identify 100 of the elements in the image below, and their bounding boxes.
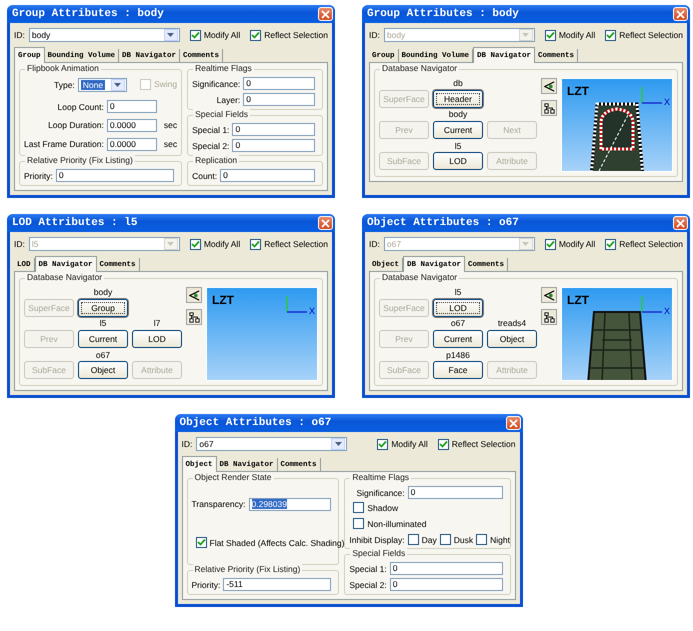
- nav-button[interactable]: Header: [433, 90, 483, 108]
- axis-label: X: [664, 97, 670, 107]
- close-icon: [321, 10, 330, 18]
- id-label: ID:: [369, 239, 380, 249]
- axis-drawing: [285, 296, 307, 314]
- close-icon: [676, 10, 685, 18]
- input-field[interactable]: -511: [223, 578, 332, 591]
- checkbox[interactable]: [353, 518, 364, 529]
- input-field[interactable]: 0.0000: [106, 118, 157, 132]
- window-title: LOD Attributes : l5: [12, 217, 138, 229]
- group-title: Replication: [193, 155, 240, 165]
- eye-icon: [544, 80, 554, 92]
- input-field[interactable]: 0: [232, 139, 315, 152]
- node-caption: db: [453, 78, 463, 88]
- input-field[interactable]: 0: [106, 100, 157, 114]
- checkbox[interactable]: [196, 537, 206, 548]
- view-button[interactable]: [541, 287, 557, 303]
- checkbox[interactable]: [408, 534, 419, 545]
- hierarchy-button[interactable]: [541, 100, 557, 116]
- close-button[interactable]: [318, 7, 333, 21]
- checkbox[interactable]: [190, 238, 201, 250]
- nav-button[interactable]: LOD: [433, 152, 483, 170]
- group-title: Database Navigator: [380, 63, 460, 73]
- group-title: Relative Priority (Fix Listing): [192, 564, 302, 574]
- nav-button[interactable]: Current: [433, 120, 483, 139]
- checkbox-label: Reflect Selection: [619, 239, 683, 249]
- close-button[interactable]: [318, 216, 333, 230]
- checkbox[interactable]: [190, 30, 201, 40]
- id-dropdown[interactable]: body: [28, 28, 180, 42]
- tree-icon: [188, 312, 200, 322]
- input-field[interactable]: 0: [56, 169, 174, 182]
- checkbox[interactable]: [438, 438, 449, 450]
- input-field[interactable]: 0: [390, 578, 502, 591]
- nav-button[interactable]: LOD: [433, 298, 483, 317]
- field-label: Special 1:: [349, 564, 387, 574]
- input-field[interactable]: 0: [220, 169, 315, 182]
- model-drawing: [586, 310, 648, 380]
- checkbox[interactable]: [377, 438, 388, 450]
- input-field[interactable]: 0.298039: [248, 498, 332, 511]
- input-field[interactable]: 0: [243, 77, 315, 90]
- field-label: Significance:: [355, 488, 405, 498]
- checkbox-label: Modify All: [558, 30, 596, 40]
- input-field[interactable]: 0: [232, 123, 315, 136]
- input-field[interactable]: 0: [243, 93, 315, 106]
- close-button[interactable]: [673, 7, 688, 21]
- checkbox-label: Modify All: [558, 239, 596, 249]
- checkbox-label: Modify All: [391, 439, 428, 449]
- dropdown[interactable]: None: [78, 78, 127, 92]
- checkbox[interactable]: [605, 30, 616, 40]
- hierarchy-button[interactable]: [541, 309, 557, 325]
- checkbox[interactable]: [605, 238, 616, 250]
- viewport-label: LZT: [567, 84, 589, 98]
- checkbox-label: Flat Shaded (Affects Calc. Shading): [210, 538, 344, 548]
- checkbox-label: Swing: [154, 79, 178, 90]
- view-button[interactable]: [541, 78, 557, 94]
- view-button[interactable]: [186, 287, 202, 303]
- eye-icon: [544, 290, 554, 300]
- checkbox[interactable]: [353, 502, 364, 513]
- close-button[interactable]: [506, 416, 520, 430]
- checkbox[interactable]: [250, 30, 262, 40]
- checkbox[interactable]: [544, 30, 556, 40]
- nav-button[interactable]: Current: [78, 330, 128, 348]
- checkbox[interactable]: [440, 534, 451, 545]
- node-caption: treads4: [498, 318, 526, 328]
- hierarchy-button[interactable]: [186, 309, 202, 325]
- nav-button[interactable]: Object: [78, 361, 128, 380]
- nav-button[interactable]: Object: [487, 330, 537, 348]
- input-field[interactable]: 0: [408, 486, 502, 499]
- checkbox[interactable]: [476, 534, 488, 545]
- node-caption: p1486: [446, 350, 470, 360]
- group-title: Special Fields: [350, 548, 408, 558]
- nav-button[interactable]: Group: [78, 298, 128, 317]
- id-label: ID:: [14, 30, 25, 40]
- checkbox[interactable]: [250, 238, 262, 250]
- tree-icon: [544, 102, 554, 114]
- node-caption: l7: [154, 318, 160, 328]
- node-caption: o67: [96, 350, 110, 360]
- field-label: Priority:: [24, 170, 53, 180]
- nav-button[interactable]: Current: [433, 330, 483, 348]
- checkbox[interactable]: [544, 238, 556, 250]
- close-button[interactable]: [673, 216, 688, 230]
- nav-button[interactable]: Face: [433, 361, 483, 380]
- node-caption: l5: [454, 287, 462, 297]
- id-dropdown[interactable]: o67: [196, 437, 348, 451]
- group-title: Realtime Flags: [193, 63, 254, 73]
- field-label: Inhibit Display:: [349, 534, 405, 544]
- group-title: Database Navigator: [380, 272, 460, 282]
- node-caption: body: [94, 287, 112, 297]
- axis-drawing: [640, 296, 662, 314]
- group-title: Flipbook Animation: [25, 63, 101, 73]
- input-field[interactable]: 0: [390, 562, 502, 575]
- id-label: ID:: [14, 239, 25, 249]
- group-title: Relative Priority (Fix Listing): [25, 155, 135, 165]
- checkbox-label: Modify All: [204, 239, 240, 249]
- field-label: Count:: [192, 170, 218, 180]
- checkbox-label: Reflect Selection: [619, 30, 683, 40]
- nav-button[interactable]: LOD: [132, 330, 182, 348]
- node-caption: l5: [454, 140, 462, 151]
- field-label: Special 2:: [192, 140, 230, 150]
- input-field[interactable]: 0.0000: [106, 138, 157, 151]
